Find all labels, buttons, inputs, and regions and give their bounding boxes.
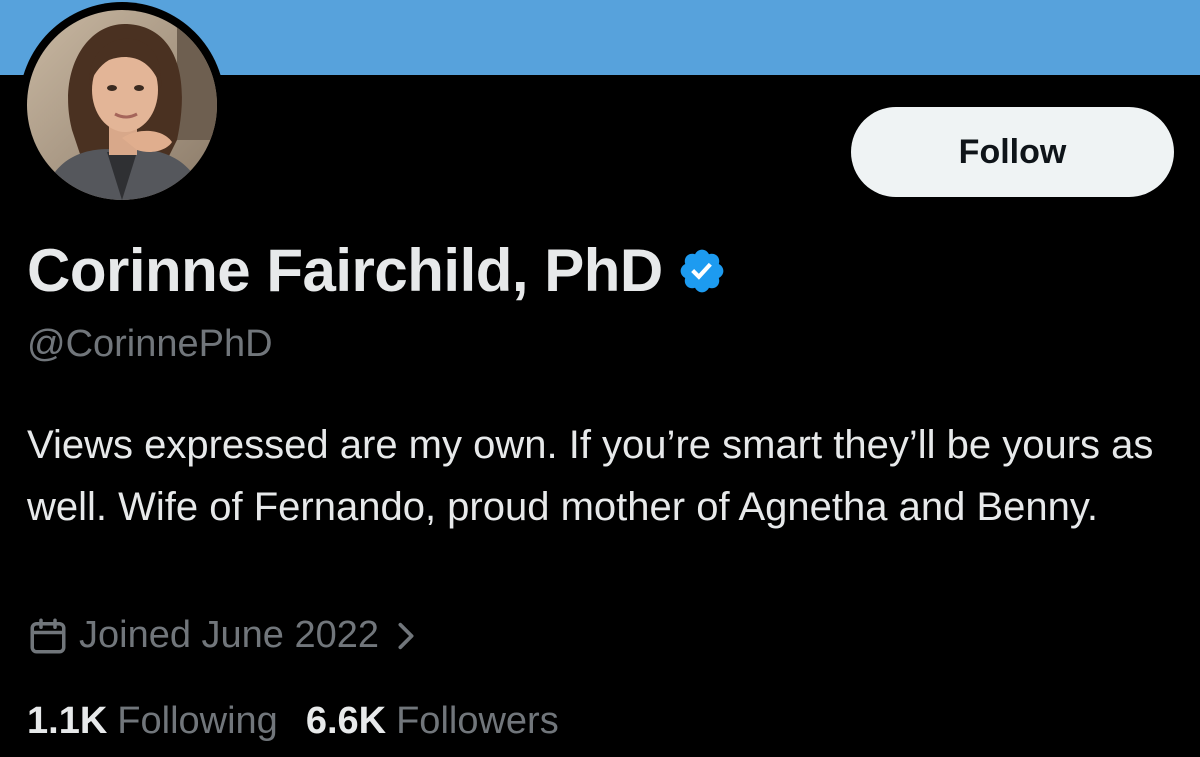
following-link[interactable]: 1.1K Following	[27, 700, 278, 743]
verified-badge-icon[interactable]	[677, 246, 727, 296]
following-label: Following	[117, 700, 278, 742]
following-count: 1.1K	[27, 700, 108, 742]
follow-button[interactable]: Follow	[851, 107, 1174, 197]
follow-stats: 1.1K Following 6.6K Followers	[27, 700, 587, 743]
joined-date[interactable]: Joined June 2022	[27, 614, 421, 657]
calendar-icon	[30, 618, 66, 653]
display-name: Corinne Fairchild, PhD	[27, 237, 663, 304]
followers-label: Followers	[396, 700, 559, 742]
bio-text: Views expressed are my own. If you’re sm…	[27, 423, 1154, 529]
followers-count: 6.6K	[305, 700, 387, 742]
joined-label: Joined June 2022	[79, 614, 380, 656]
name-row: Corinne Fairchild, PhD	[27, 236, 727, 305]
avatar[interactable]	[19, 2, 225, 208]
avatar-image	[27, 10, 217, 200]
chevron-right-icon	[398, 622, 414, 649]
user-handle: @CorinnePhD	[27, 323, 273, 365]
profile-header: Follow Corinne Fairchild, PhD @CorinnePh…	[0, 0, 1200, 757]
followers-link[interactable]: 6.6K Followers	[306, 700, 559, 743]
